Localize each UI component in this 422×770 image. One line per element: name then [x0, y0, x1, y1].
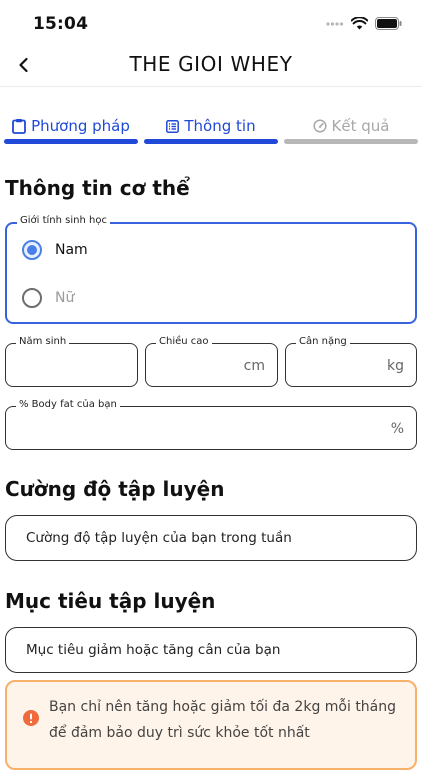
step-tabs: Phương pháp Thông tin Kết quả	[4, 114, 418, 144]
gender-option-label: Nữ	[55, 290, 75, 306]
goal-select[interactable]: Mục tiêu giảm hoặc tăng cân của bạn	[5, 627, 417, 673]
body-fat-field[interactable]: % Body fat của bạn %	[5, 399, 417, 450]
weight-legend: Cân nặng	[296, 336, 350, 347]
weight-unit: kg	[387, 358, 404, 374]
weight-field[interactable]: Cân nặng kg	[285, 336, 417, 387]
tab-label: Phương pháp	[31, 117, 130, 135]
body-fat-unit: %	[390, 421, 404, 437]
tab-progress-bar	[4, 139, 138, 144]
status-bar: 15:04	[0, 0, 422, 48]
gender-option-female[interactable]: Nữ	[22, 288, 74, 308]
section-title-goal: Mục tiêu tập luyện	[5, 589, 216, 613]
tab-progress-bar	[284, 139, 418, 144]
birth-year-field[interactable]: Năm sinh	[5, 336, 138, 387]
status-time: 15:04	[33, 14, 89, 34]
page-title: THE GIOI WHEY	[129, 52, 293, 76]
height-legend: Chiều cao	[156, 336, 212, 347]
notice-text: Bạn chỉ nên tăng hoặc giảm tối đa 2kg mỗ…	[49, 699, 397, 741]
tab-ket-qua[interactable]: Kết quả	[284, 114, 418, 144]
radio-button-selected[interactable]	[22, 240, 42, 260]
list-icon	[166, 119, 180, 133]
tab-progress-bar	[144, 139, 278, 144]
body-fat-legend: % Body fat của bạn	[16, 399, 120, 410]
cellular-signal-icon	[326, 21, 344, 26]
section-title-body-info: Thông tin cơ thể	[5, 176, 190, 200]
radio-button[interactable]	[22, 288, 42, 308]
gender-option-label: Nam	[55, 242, 88, 258]
clipboard-icon	[12, 119, 27, 134]
tab-thong-tin[interactable]: Thông tin	[144, 114, 278, 144]
alert-icon	[23, 710, 39, 726]
height-unit: cm	[243, 358, 265, 374]
tab-label: Kết quả	[331, 117, 390, 135]
wifi-icon	[351, 17, 368, 30]
section-title-intensity: Cường độ tập luyện	[5, 477, 225, 501]
gender-fieldset: Giới tính sinh học Nam Nữ	[5, 215, 417, 324]
intensity-select[interactable]: Cường độ tập luyện của bạn trong tuần	[5, 515, 417, 561]
height-field[interactable]: Chiều cao cm	[145, 336, 278, 387]
tab-label: Thông tin	[184, 117, 256, 135]
battery-icon	[375, 17, 402, 30]
notice-box: Bạn chỉ nên tăng hoặc giảm tối đa 2kg mỗ…	[5, 680, 417, 770]
navigation-bar: THE GIOI WHEY	[0, 48, 422, 87]
gender-legend: Giới tính sinh học	[17, 215, 110, 226]
tab-phuong-phap[interactable]: Phương pháp	[4, 114, 138, 144]
gender-option-male[interactable]: Nam	[22, 240, 88, 260]
birth-year-legend: Năm sinh	[16, 336, 70, 347]
gauge-icon	[312, 119, 327, 133]
